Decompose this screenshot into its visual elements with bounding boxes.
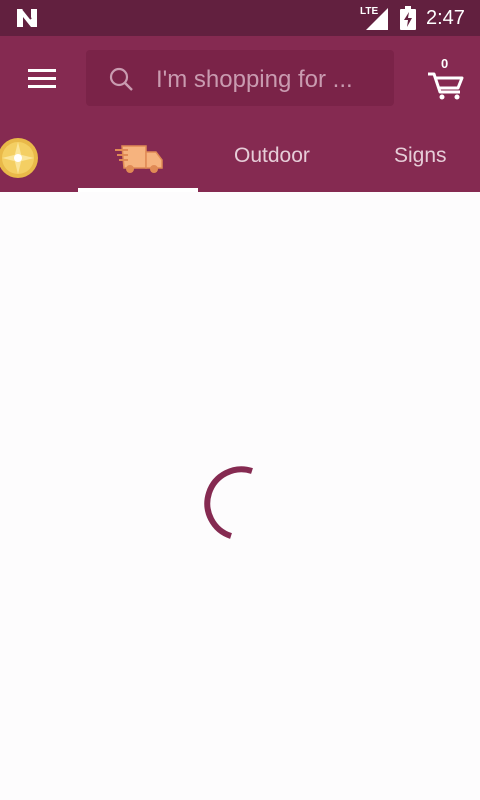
tab-outdoor-label: Outdoor xyxy=(234,144,310,167)
loading-spinner xyxy=(204,466,253,539)
battery-charging-icon xyxy=(400,6,416,30)
delivery-truck-icon xyxy=(115,145,163,173)
tab-delivery[interactable] xyxy=(78,124,198,192)
cart-count-badge: 0 xyxy=(441,56,449,71)
status-bar: LTE 2:47 xyxy=(0,0,480,36)
app-bar: I'm shopping for ... 0 Outdoor Signs xyxy=(0,36,480,192)
android-n-icon xyxy=(17,8,37,27)
search-placeholder: I'm shopping for ... xyxy=(156,66,353,93)
search-input[interactable]: I'm shopping for ... xyxy=(86,50,394,106)
tab-signs-label: Signs xyxy=(394,144,447,167)
tab-coin[interactable] xyxy=(0,124,60,192)
category-tabs: Outdoor Signs xyxy=(0,124,480,192)
search-icon xyxy=(109,67,133,91)
coin-icon xyxy=(0,138,38,178)
tab-outdoor[interactable]: Outdoor xyxy=(214,124,340,192)
signal-icon xyxy=(366,8,388,30)
tab-indicator xyxy=(78,188,198,192)
menu-icon[interactable] xyxy=(22,64,62,94)
tab-signs[interactable]: Signs xyxy=(376,124,480,192)
clock: 2:47 xyxy=(426,7,465,29)
